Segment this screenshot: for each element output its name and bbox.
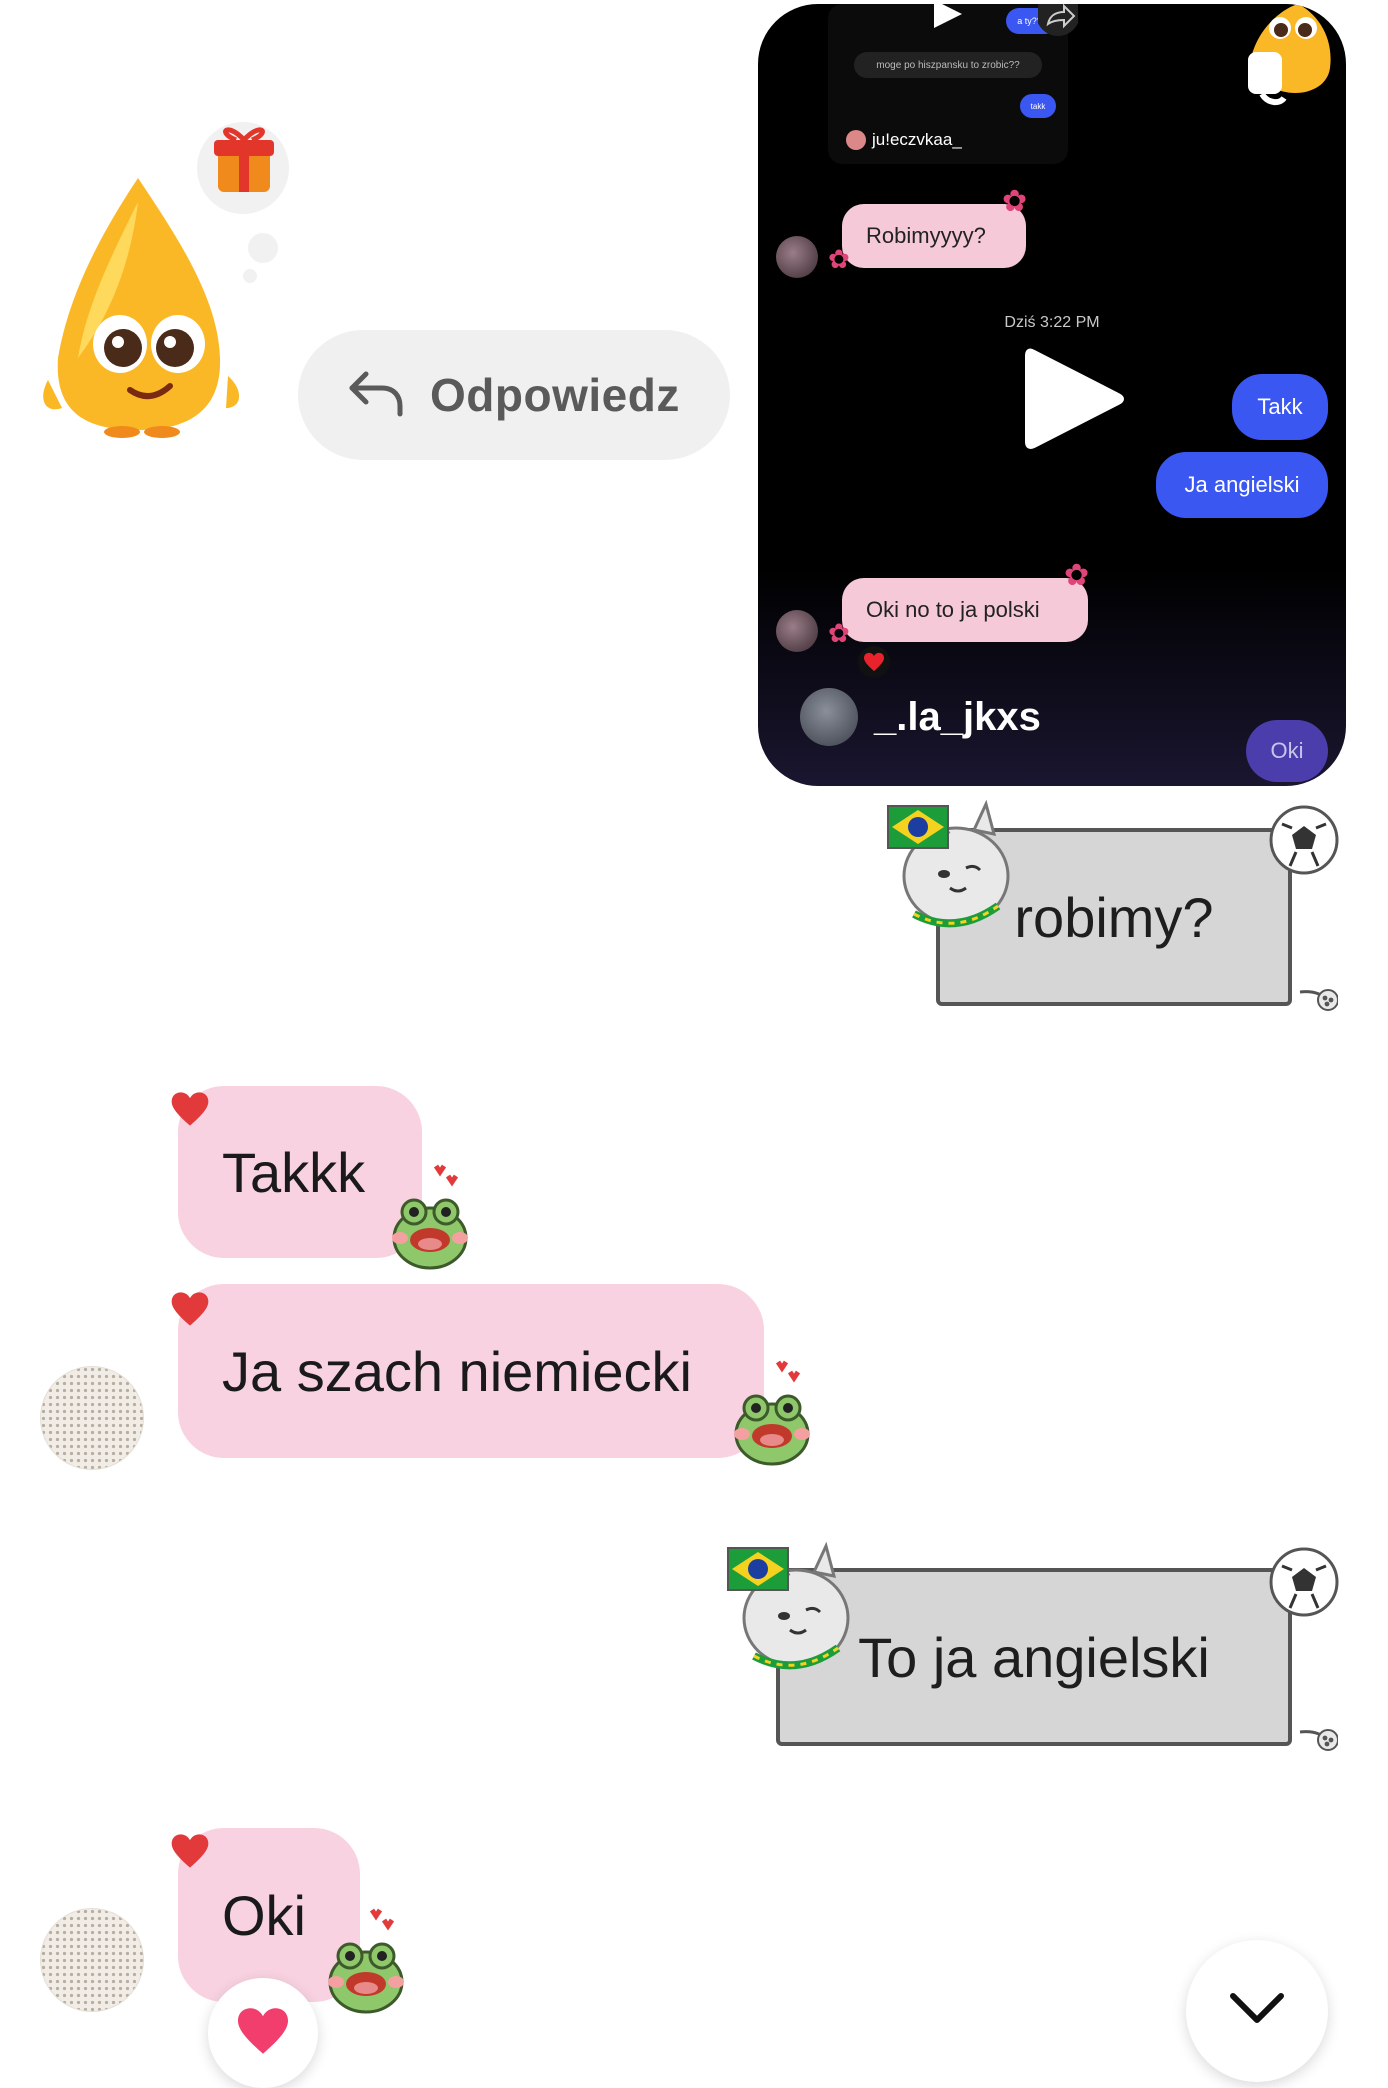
heart-icon: [235, 2006, 291, 2061]
mascot-corner-sticker: [1238, 4, 1338, 108]
mascot-sticker: [38, 118, 308, 438]
flower-icon: ✿: [1002, 185, 1028, 218]
message-bubble-sent: Takk: [1232, 374, 1328, 440]
mini-thread-user: ju!eczvkaa_: [846, 130, 962, 150]
message-bubble-received: Oki no to ja polski: [842, 578, 1088, 642]
shared-video-card[interactable]: a ty??? moge po hiszpansku to zrobic?? t…: [758, 4, 1346, 786]
flower-icon: ✿: [828, 244, 850, 274]
video-author[interactable]: _.la_jkxs: [800, 688, 1041, 746]
play-icon: [928, 4, 968, 34]
heart-icon: [170, 1832, 210, 1875]
mini-username: ju!eczvkaa_: [872, 130, 962, 149]
reply-label: Odpowiedz: [430, 369, 680, 421]
avatar: [800, 688, 858, 746]
play-icon[interactable]: [1020, 344, 1130, 454]
frog-sticker: [388, 1160, 472, 1272]
message-bubble-sent: Oki: [1246, 720, 1328, 782]
reply-button[interactable]: Odpowiedz: [298, 330, 730, 460]
avatar: [846, 130, 866, 150]
mini-message-received: moge po hiszpansku to zrobic??: [854, 52, 1042, 78]
cat-flag-sticker: [886, 796, 1016, 936]
message-bubble-received: Ja szach niemiecki: [178, 1284, 764, 1458]
avatar: [776, 236, 818, 278]
reaction-heart-button[interactable]: [208, 1978, 318, 2088]
avatar: [776, 610, 818, 652]
soccer-ball-icon: [1268, 1546, 1340, 1618]
flower-icon: ✿: [828, 618, 850, 648]
reply-arrow-icon: [346, 368, 404, 423]
message-bubble-received: Takkk: [178, 1086, 422, 1258]
heart-icon: [170, 1290, 210, 1333]
heart-icon: [170, 1090, 210, 1133]
avatar: [40, 1366, 144, 1470]
frog-sticker: [730, 1356, 814, 1468]
author-username: _.la_jkxs: [874, 694, 1041, 739]
message-bubble-sent: Ja angielski: [1156, 452, 1328, 518]
paw-icon: [1298, 978, 1339, 1014]
message-bubble-received: Robimyyyy?: [842, 204, 1026, 268]
chevron-down-icon: [1229, 1992, 1285, 2031]
heart-icon: [858, 646, 890, 678]
share-icon[interactable]: [1036, 4, 1080, 36]
paw-icon: [1298, 1718, 1339, 1754]
flower-icon: ✿: [1064, 559, 1090, 592]
mini-message-sent-small: takk: [1020, 94, 1056, 118]
scroll-down-button[interactable]: [1186, 1940, 1328, 2082]
timestamp: Dziś 3:22 PM: [1004, 314, 1100, 331]
cat-flag-sticker: [726, 1538, 856, 1678]
soccer-ball-icon: [1268, 804, 1340, 876]
avatar: [40, 1908, 144, 2012]
frog-sticker: [324, 1904, 408, 2016]
